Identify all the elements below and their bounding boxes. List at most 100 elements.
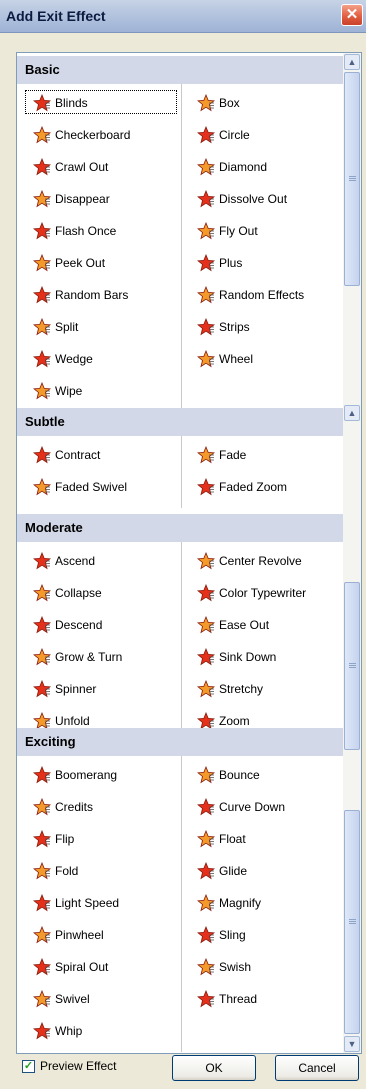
effect-label: Boomerang [55,767,118,782]
effect-label: Random Effects [219,287,305,302]
star-effect-icon [197,957,215,976]
star-effect-icon [33,477,51,496]
star-effect-icon [197,349,215,368]
vertical-scrollbar[interactable]: ▲ ▼ [343,404,361,1053]
star-effect-icon [197,477,215,496]
effect-label: Stretchy [219,681,264,696]
effects-list[interactable]: Basic Blinds Checkerboard Crawl Out Disappea… [16,52,362,1054]
effect-item[interactable]: Credits [23,792,179,820]
effect-item[interactable]: Random Bars [23,280,179,308]
effect-item[interactable]: Diamond [187,152,341,180]
effect-item[interactable]: Box [187,88,341,116]
column-divider [181,84,182,412]
effect-item[interactable]: Light Speed [23,888,179,916]
effect-item[interactable]: Float [187,824,341,852]
cancel-button[interactable]: Cancel [275,1055,359,1081]
effect-item[interactable]: Stretchy [187,674,341,702]
ok-button[interactable]: OK [172,1055,256,1081]
star-effect-icon [197,925,215,944]
effect-label: Peek Out [55,255,106,270]
effect-item[interactable]: Faded Swivel [23,472,179,500]
effect-item[interactable]: Fly Out [187,216,341,244]
effect-item[interactable]: Split [23,312,179,340]
star-effect-icon [33,925,51,944]
effect-item[interactable]: Contract [23,440,179,468]
effect-label: Float [219,831,246,846]
effect-label: Thread [219,991,258,1006]
effect-label: Ascend [55,553,96,568]
effect-item[interactable]: Wipe [23,376,179,404]
effect-item[interactable]: Circle [187,120,341,148]
effect-label: Wipe [55,383,83,398]
star-effect-icon [33,893,51,912]
effect-item[interactable]: Spinner [23,674,179,702]
effect-item[interactable]: Grow & Turn [23,642,179,670]
effect-item[interactable]: Sink Down [187,642,341,670]
section-subtle: Subtle Contract Faded Swivel Fade Faded Zoom [17,408,343,508]
section-header: Exciting [17,728,343,756]
effect-item[interactable]: Boomerang [23,760,179,788]
effect-item[interactable]: Whip [23,1016,179,1044]
effect-item[interactable]: Disappear [23,184,179,212]
effect-label: Crawl Out [55,159,109,174]
effect-item[interactable]: Peek Out [23,248,179,276]
star-effect-icon [33,253,51,272]
scrollbar-thumb[interactable] [344,582,360,750]
effect-item[interactable]: Color Typewriter [187,578,341,606]
scroll-down-icon[interactable]: ▼ [344,1036,360,1052]
check-icon[interactable]: ✓ [22,1060,35,1073]
effect-item[interactable]: Wedge [23,344,179,372]
star-effect-icon [197,93,215,112]
column-divider [181,436,182,508]
effect-item[interactable]: Thread [187,984,341,1012]
effect-item[interactable]: Center Revolve [187,546,341,574]
effect-item[interactable]: Swivel [23,984,179,1012]
effect-item[interactable]: Pinwheel [23,920,179,948]
effect-item[interactable]: Collapse [23,578,179,606]
effect-item[interactable]: Glide [187,856,341,884]
star-effect-icon [197,989,215,1008]
effect-item[interactable]: Bounce [187,760,341,788]
scroll-up-icon[interactable]: ▲ [344,54,360,70]
star-effect-icon [197,797,215,816]
star-effect-icon [33,349,51,368]
effect-item[interactable]: Ascend [23,546,179,574]
effect-item[interactable]: Fade [187,440,341,468]
scrollbar-thumb[interactable] [344,810,360,1034]
effect-label: Light Speed [55,895,120,910]
effect-item[interactable]: Flash Once [23,216,179,244]
effect-item[interactable]: Descend [23,610,179,638]
effect-item[interactable]: Sling [187,920,341,948]
effect-item[interactable]: Checkerboard [23,120,179,148]
effect-item[interactable]: Spiral Out [23,952,179,980]
star-effect-icon [33,615,51,634]
effect-item[interactable]: Wheel [187,344,341,372]
effect-item[interactable]: Random Effects [187,280,341,308]
effect-item[interactable]: Ease Out [187,610,341,638]
effect-item[interactable]: Flip [23,824,179,852]
effect-item[interactable]: Plus [187,248,341,276]
vertical-scrollbar[interactable]: ▲ [343,53,361,404]
scrollbar-thumb[interactable] [344,72,360,286]
star-effect-icon [197,125,215,144]
effect-item[interactable]: Curve Down [187,792,341,820]
close-button[interactable]: ✕ [341,4,363,26]
effect-item[interactable]: Blinds [23,88,179,116]
effect-label: Spiral Out [55,959,109,974]
effect-item[interactable]: Dissolve Out [187,184,341,212]
effect-label: Faded Swivel [55,479,128,494]
effect-item[interactable]: Strips [187,312,341,340]
title-bar: Add Exit Effect ✕ [0,0,366,33]
effect-item[interactable]: Magnify [187,888,341,916]
star-effect-icon [33,317,51,336]
section-header: Moderate [17,514,343,542]
star-effect-icon [197,551,215,570]
effect-item[interactable]: Swish [187,952,341,980]
effect-item[interactable]: Fold [23,856,179,884]
effect-item[interactable]: Crawl Out [23,152,179,180]
effect-item[interactable]: Faded Zoom [187,472,341,500]
effect-label: Magnify [219,895,262,910]
scroll-up-icon[interactable]: ▲ [344,405,360,421]
effect-label: Faded Zoom [219,479,288,494]
star-effect-icon [197,253,215,272]
